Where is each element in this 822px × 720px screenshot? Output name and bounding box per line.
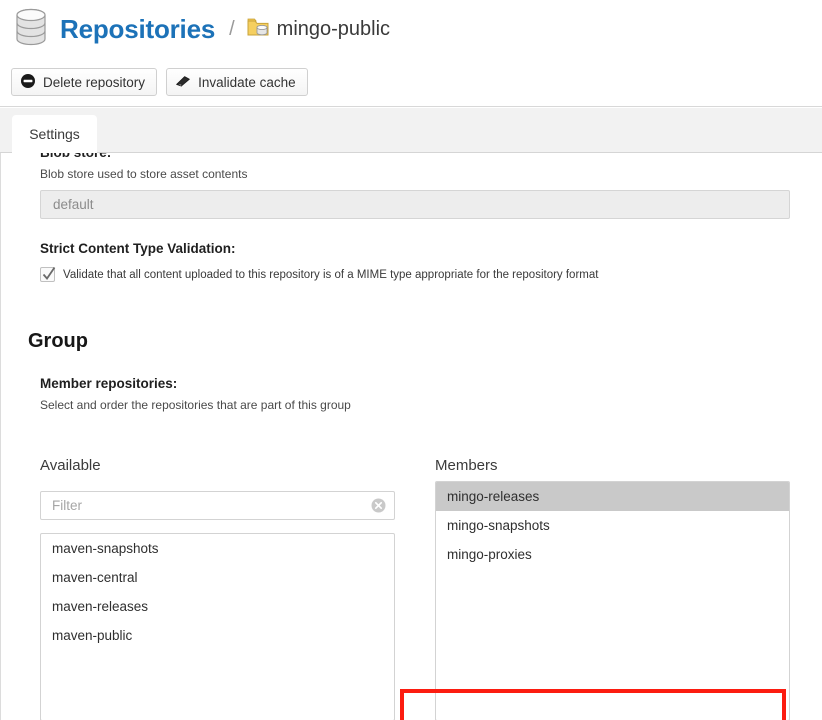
strict-validation-row[interactable]: Validate that all content uploaded to th… — [40, 266, 812, 282]
available-filter-input[interactable] — [41, 492, 361, 519]
list-item[interactable]: maven-public — [41, 621, 394, 650]
list-item[interactable]: mingo-proxies — [436, 540, 789, 569]
database-icon — [14, 8, 60, 51]
list-item[interactable]: maven-releases — [41, 592, 394, 621]
strict-validation-label: Strict Content Type Validation: — [40, 241, 236, 256]
delete-repository-label: Delete repository — [43, 74, 146, 90]
blob-store-field: default — [40, 190, 790, 219]
list-item[interactable]: mingo-releases — [436, 482, 789, 511]
page-title: Repositories — [60, 13, 216, 44]
members-column-header: Members — [435, 457, 498, 474]
invalidate-cache-button[interactable]: Invalidate cache — [166, 68, 308, 96]
available-filter[interactable] — [40, 491, 395, 520]
page-header: Repositories / mingo-public — [0, 0, 822, 58]
folder-database-icon — [247, 17, 277, 42]
list-item[interactable]: maven-central — [41, 563, 394, 592]
eraser-icon — [175, 73, 198, 92]
member-repositories-picker: Available maven-snapshots maven-central … — [0, 434, 812, 720]
settings-form: Blob store: Blob store used to store ass… — [0, 153, 812, 720]
member-repositories-label: Member repositories: — [40, 376, 178, 391]
list-item[interactable]: maven-snapshots — [41, 534, 394, 563]
tab-settings[interactable]: Settings — [12, 115, 97, 153]
blob-store-description: Blob store used to store asset contents — [40, 167, 248, 181]
group-section-heading: Group — [28, 330, 88, 352]
blob-store-value: default — [53, 197, 94, 212]
strict-validation-checkbox[interactable] — [40, 266, 56, 282]
breadcrumb-repo-name: mingo-public — [276, 17, 391, 40]
delete-circle-icon — [20, 73, 43, 92]
tab-strip: Settings — [0, 108, 822, 153]
available-column-header: Available — [40, 457, 101, 474]
page-root: Repositories / mingo-public Delete repos… — [0, 0, 822, 720]
member-repositories-description: Select and order the repositories that a… — [40, 398, 351, 412]
members-list[interactable]: mingo-releases mingo-snapshots mingo-pro… — [435, 481, 790, 720]
breadcrumb-separator: / — [229, 17, 235, 40]
settings-panel: Blob store: Blob store used to store ass… — [0, 153, 822, 720]
clear-circle-icon[interactable] — [371, 498, 386, 513]
toolbar: Delete repository Invalidate cache — [0, 58, 822, 107]
invalidate-cache-label: Invalidate cache — [198, 74, 296, 90]
available-list[interactable]: maven-snapshots maven-central maven-rele… — [40, 533, 395, 720]
list-item[interactable]: mingo-snapshots — [436, 511, 789, 540]
strict-validation-checkbox-label: Validate that all content uploaded to th… — [63, 268, 599, 281]
delete-repository-button[interactable]: Delete repository — [11, 68, 158, 96]
tab-settings-label: Settings — [29, 126, 80, 142]
blob-store-label: Blob store: — [40, 153, 812, 160]
